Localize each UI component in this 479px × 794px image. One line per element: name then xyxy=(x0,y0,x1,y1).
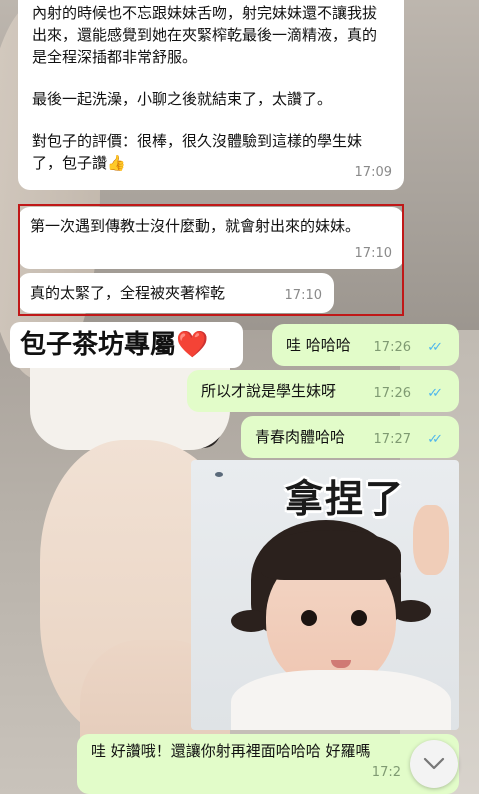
sticker-eye xyxy=(351,610,367,626)
sticker-image[interactable]: 拿捏了 xyxy=(191,460,459,730)
outgoing-message-2[interactable]: 所以才說是學生妹呀 17:26 ✓✓ xyxy=(187,370,459,412)
message-time: 17:26 xyxy=(373,340,411,355)
message-text: 哇 哈哈哈 xyxy=(286,336,351,354)
sticker-kid-bangs xyxy=(261,530,401,580)
message-time: 17:2 xyxy=(371,765,401,780)
chevron-down-icon xyxy=(423,757,445,770)
message-text: 真的太緊了，全程被夾著榨乾 xyxy=(30,284,226,302)
message-paragraph: 最後一起洗澡，小聊之後就結束了，太讚了。 xyxy=(32,90,333,108)
double-check-icon: ✓✓ xyxy=(427,340,443,355)
scroll-down-button[interactable] xyxy=(410,740,458,788)
sticker-hand xyxy=(413,505,449,575)
incoming-message-highlight-1[interactable]: 第一次遇到傳教士沒什麼動，就會射出來的妹妹。 17:10 xyxy=(18,207,404,269)
sticker-speck xyxy=(215,472,223,477)
message-time: 17:10 xyxy=(354,246,392,261)
outgoing-message-1[interactable]: 哇 哈哈哈 17:26 ✓✓ xyxy=(272,324,459,366)
message-paragraph: 對包子的評價：很棒，很久沒體驗到這樣的學生妹了，包子讚👍 xyxy=(32,132,363,172)
incoming-message-review[interactable]: 內射的時候也不忘跟妹妹舌吻，射完妹妹還不讓我拔出來，還能感覺到她在夾緊榨乾最後一… xyxy=(18,0,404,190)
outgoing-message-4[interactable]: 哇 好讚哦！還讓你射再裡面哈哈哈 好羅嗎 17:2 xyxy=(77,734,459,794)
message-text: 所以才說是學生妹呀 xyxy=(201,382,337,400)
message-text: 第一次遇到傳教士沒什麼動，就會射出來的妹妹。 xyxy=(30,217,361,235)
message-time: 17:10 xyxy=(284,288,322,303)
message-time: 17:27 xyxy=(373,432,411,447)
double-check-icon: ✓✓ xyxy=(427,386,443,401)
sticker-coat xyxy=(231,670,451,730)
message-text: 青春肉體哈哈 xyxy=(255,428,346,446)
double-check-icon: ✓✓ xyxy=(427,432,443,447)
heart-icon: ❤️ xyxy=(176,330,209,360)
watermark-text: 包子茶坊專屬 xyxy=(20,330,177,360)
sticker-pigtail xyxy=(231,610,271,632)
message-text: 哇 好讚哦！還讓你射再裡面哈哈哈 好羅嗎 xyxy=(91,742,371,760)
message-paragraph: 內射的時候也不忘跟妹妹舌吻，射完妹妹還不讓我拔出來，還能感覺到她在夾緊榨乾最後一… xyxy=(32,4,378,66)
watermark-label: 包子茶坊專屬❤️ xyxy=(10,322,243,368)
sticker-pigtail xyxy=(391,600,431,622)
sticker-eye xyxy=(301,610,317,626)
outgoing-message-3[interactable]: 青春肉體哈哈 17:27 ✓✓ xyxy=(241,416,459,458)
incoming-message-highlight-2[interactable]: 真的太緊了，全程被夾著榨乾 17:10 xyxy=(18,273,334,313)
message-time: 17:09 xyxy=(354,165,392,180)
sticker-caption: 拿捏了 xyxy=(285,477,406,521)
message-time: 17:26 xyxy=(373,386,411,401)
